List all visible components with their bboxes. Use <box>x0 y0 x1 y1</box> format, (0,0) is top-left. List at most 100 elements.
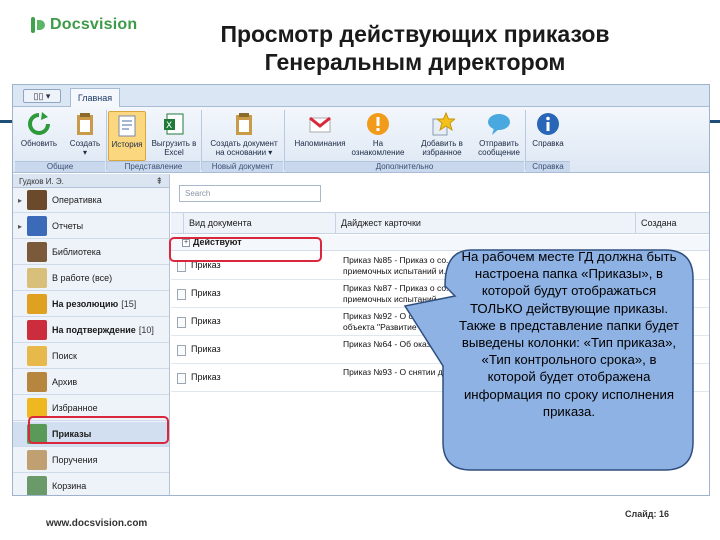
ribbon-button-info[interactable]: Справка <box>528 111 568 161</box>
column-digest[interactable]: Дайджест карточки <box>335 213 635 234</box>
in-work-icon <box>27 268 47 288</box>
decor-rule-left <box>0 120 12 123</box>
sidebar-item-label: На подтверждение <box>52 325 136 335</box>
tab-main[interactable]: Главная <box>70 88 120 107</box>
document-icon <box>177 373 186 384</box>
footer-url[interactable]: www.docsvision.com <box>46 518 147 529</box>
ribbon-group-label: Справка <box>526 161 570 172</box>
expand-arrow-icon[interactable]: ▸ <box>13 222 27 231</box>
sidebar-user: Гудков И. Э. <box>19 177 64 186</box>
library-icon <box>27 242 47 262</box>
ribbon-group-label: Новый документ <box>202 161 283 172</box>
cell-doc-type: Приказ <box>191 288 221 298</box>
create-icon <box>72 111 98 137</box>
sidebar-item-label: Библиотека <box>52 247 101 257</box>
history-icon <box>114 112 140 138</box>
docsvision-logo-icon <box>31 17 45 33</box>
excel-icon: X <box>161 111 187 137</box>
sidebar-item[interactable]: На резолюцию [15] <box>13 292 169 317</box>
column-created[interactable]: Создана <box>635 213 709 234</box>
ribbon-group-label: Общие <box>15 161 105 172</box>
svg-text:X: X <box>166 121 172 131</box>
search-folder-icon <box>27 346 47 366</box>
trash-icon <box>27 476 47 495</box>
ribbon-group-label: Представление <box>107 161 200 172</box>
ribbon-button-create[interactable]: Создать ▾ <box>65 111 105 161</box>
sidebar-item-count: [10] <box>138 325 154 335</box>
pin-icon[interactable]: ⇞ <box>155 176 163 187</box>
document-icon <box>177 317 186 328</box>
sidebar-item[interactable]: ▸ Отчеты <box>13 214 169 239</box>
mail-icon <box>307 111 333 137</box>
quick-access-button[interactable]: ▯▯ ▾ <box>23 89 61 103</box>
sidebar-item-label: Избранное <box>52 403 98 413</box>
column-doc-type[interactable]: Вид документа <box>183 213 335 234</box>
resolution-icon <box>27 294 47 314</box>
confirm-icon <box>27 320 47 340</box>
ribbon-tabbar: ▯▯ ▾ Главная <box>13 85 709 107</box>
document-icon <box>177 289 186 300</box>
highlight-orders-folder <box>28 416 169 444</box>
sidebar-item-label: Поиск <box>52 351 77 361</box>
sidebar-item[interactable]: Поиск <box>13 344 169 369</box>
sidebar-header: Гудков И. Э. ⇞ <box>13 174 169 188</box>
expand-arrow-icon[interactable]: ▸ <box>13 196 27 205</box>
alert-icon <box>365 111 391 137</box>
brand-name: Docsvision <box>50 16 138 33</box>
ribbon-button-message[interactable]: Отправить сообщение <box>470 111 528 161</box>
callout-text: На рабочем месте ГД должна быть настроен… <box>459 249 679 419</box>
cell-doc-type: Приказ <box>191 344 221 354</box>
create-based-icon <box>231 111 257 137</box>
cell-doc-type: Приказ <box>191 316 221 326</box>
star-icon <box>429 111 457 137</box>
docsvision-logo: Docsvision <box>31 16 137 34</box>
ribbon-group-separator <box>284 110 285 170</box>
sidebar-item[interactable]: Архив <box>13 370 169 395</box>
ribbon-button-refresh[interactable]: Обновить <box>17 111 61 161</box>
sidebar-item[interactable]: Поручения <box>13 448 169 473</box>
slide-title-line2: Генеральным директором <box>264 49 566 75</box>
sidebar-item-label: Архив <box>52 377 78 387</box>
ribbon-button-excel[interactable]: X Выгрузить в Excel <box>148 111 200 161</box>
archive-icon <box>27 372 47 392</box>
decor-rule-right <box>710 120 720 123</box>
sidebar-item-label: На резолюцию <box>52 299 119 309</box>
sidebar-item-label: В работе (все) <box>52 273 113 283</box>
tasks-icon <box>27 450 47 470</box>
callout: На рабочем месте ГД должна быть настроен… <box>403 246 695 472</box>
message-icon <box>486 111 512 137</box>
grid-header: Вид документа Дайджест карточки Создана <box>171 212 709 234</box>
sidebar: Гудков И. Э. ⇞ ▸ Оперативка ▸ Отчеты Библиот… <box>13 174 170 495</box>
cell-doc-type: Приказ <box>191 372 221 382</box>
highlight-group-active <box>169 237 322 262</box>
slide-title: Просмотр действующих приказов Генеральны… <box>150 20 680 76</box>
ribbon-group-separator <box>106 110 107 170</box>
ribbon-button-create-based[interactable]: Создать документ на основании ▾ <box>203 111 285 161</box>
sidebar-item-label: Оперативка <box>52 195 102 205</box>
ribbon-button-alert[interactable]: На ознакомление <box>343 111 413 161</box>
info-icon <box>535 111 561 137</box>
sidebar-item-label: Поручения <box>52 455 98 465</box>
sidebar-item[interactable]: ▸ Оперативка <box>13 188 169 213</box>
ribbon: Обновить Создать ▾ История X Выгрузить в Excel… <box>13 107 709 173</box>
ribbon-group-separator <box>201 110 202 170</box>
slide-number: Слайд: 16 <box>625 509 669 519</box>
sidebar-item-label: Корзина <box>52 481 87 491</box>
ribbon-group-separator <box>525 110 526 170</box>
slide-title-line1: Просмотр действующих приказов <box>220 21 610 47</box>
search-input[interactable]: Search <box>179 185 321 202</box>
sidebar-item[interactable]: В работе (все) <box>13 266 169 291</box>
ribbon-button-star[interactable]: Добавить в избранное <box>415 111 469 161</box>
ribbon-button-history[interactable]: История <box>108 111 146 161</box>
document-icon <box>177 345 186 356</box>
folder-stack-icon <box>27 190 47 210</box>
favorites-icon <box>27 398 47 418</box>
sidebar-item-count: [15] <box>121 299 137 309</box>
ribbon-group-label: Дополнительно <box>285 161 524 172</box>
sidebar-item[interactable]: Библиотека <box>13 240 169 265</box>
document-icon <box>177 261 186 272</box>
sidebar-item-label: Отчеты <box>52 221 84 231</box>
reports-icon <box>27 216 47 236</box>
sidebar-item[interactable]: На подтверждение [10] <box>13 318 169 343</box>
sidebar-item[interactable]: Корзина <box>13 474 169 495</box>
